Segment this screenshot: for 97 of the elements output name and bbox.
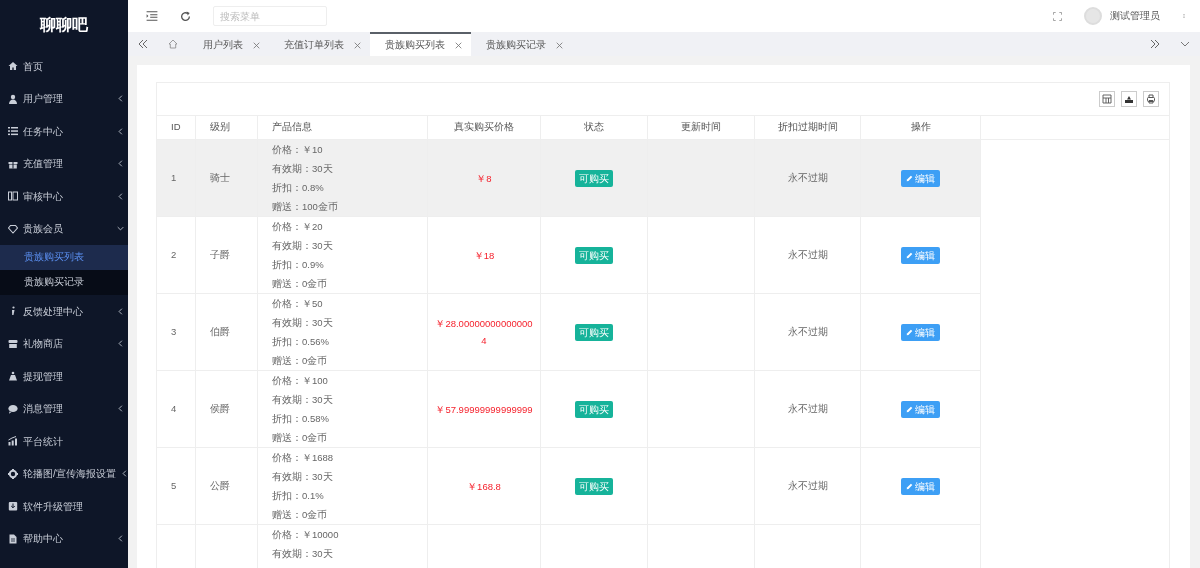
product-info-line: 价格：￥10000 — [272, 528, 339, 542]
status-tag: 可购买 — [575, 169, 613, 187]
chat-icon — [8, 403, 18, 414]
export-button[interactable] — [1121, 91, 1137, 107]
user-name[interactable]: 测试管理员 — [1110, 8, 1160, 24]
refresh-icon — [180, 10, 191, 22]
product-info-line: 价格：￥10 — [272, 143, 324, 157]
pencil-icon — [906, 328, 913, 336]
sidebar-subitem[interactable]: 贵族购买记录 — [0, 270, 128, 295]
sidebar-item[interactable]: 充值管理 — [0, 147, 128, 180]
product-info-line: 赠送：0金币 — [272, 431, 329, 445]
double-chevron-right-icon — [1150, 39, 1160, 49]
product-info-line: 有效期：30天 — [272, 547, 334, 561]
home-icon — [168, 39, 178, 49]
sidebar-item[interactable]: 消息管理 — [0, 392, 128, 425]
product-info-line: 折扣：0.9% — [272, 258, 325, 272]
sidebar-item[interactable]: 平台统计 — [0, 425, 128, 458]
double-chevron-left-icon — [138, 39, 148, 49]
product-info-line: 赠送：0金币 — [272, 354, 329, 368]
product-info-line: 有效期：30天 — [272, 162, 334, 176]
product-info-line: 有效期：30天 — [272, 470, 334, 484]
sidebar-item[interactable]: 贵族会员 — [0, 212, 128, 245]
sidebar-item[interactable]: 软件升级管理 — [0, 490, 128, 523]
tab[interactable]: 贵族购买记录 — [471, 32, 572, 56]
chevron-down-icon — [117, 225, 124, 233]
status-tag: 可购买 — [575, 400, 613, 418]
price-text: ￥8 — [475, 171, 493, 186]
columns-icon — [8, 191, 18, 202]
pencil-icon — [906, 405, 913, 413]
close-icon — [253, 41, 260, 49]
tab[interactable]: 贵族购买列表 — [370, 32, 471, 56]
product-info-line: 赠送：0金币 — [272, 508, 329, 522]
sidebar-item[interactable]: 反馈处理中心 — [0, 295, 128, 328]
sidebar-item[interactable]: 礼物商店 — [0, 327, 128, 360]
product-info-line: 赠送：100金币 — [272, 200, 338, 214]
columns-icon — [1102, 94, 1112, 104]
pencil-icon — [906, 174, 913, 182]
export-icon — [1124, 94, 1134, 104]
diamond-icon — [8, 223, 18, 234]
chevron-left-icon — [117, 535, 124, 543]
product-info-line: 价格：￥100 — [272, 374, 329, 388]
tab[interactable]: 充值订单列表 — [269, 32, 370, 56]
tab[interactable]: 用户列表 — [188, 32, 269, 56]
product-info-line: 有效期：30天 — [272, 393, 333, 407]
chevron-left-icon — [117, 95, 124, 103]
chevron-left-icon — [117, 160, 124, 168]
price-text: ￥57.99999999999999 — [434, 402, 534, 417]
price-text: ￥168.8 — [466, 479, 502, 494]
close-icon — [556, 41, 563, 49]
price-text: ￥18 — [472, 248, 496, 263]
chevron-left-icon — [117, 127, 124, 135]
chevron-down-icon — [1180, 39, 1190, 49]
pencil-icon — [906, 251, 913, 259]
download-icon — [8, 501, 18, 512]
product-info-line: 价格：￥50 — [272, 297, 324, 311]
sidebar-item[interactable]: 任务中心 — [0, 115, 128, 148]
product-info-line: 折扣：0.1% — [272, 489, 325, 503]
list-icon — [8, 126, 18, 137]
home-icon — [8, 61, 18, 72]
file-icon — [8, 533, 18, 544]
sidebar-item[interactable]: 审核中心 — [0, 180, 128, 213]
menu-icon — [146, 10, 158, 22]
price-text: ￥28.000000000000004 — [434, 317, 534, 348]
status-tag: 可购买 — [575, 323, 613, 341]
chart-icon — [8, 436, 18, 447]
product-info-line: 有效期：30天 — [272, 316, 333, 330]
sidebar-item[interactable]: 轮播图/宣传海报设置 — [0, 457, 128, 490]
gear-icon — [8, 468, 18, 479]
user-icon — [8, 93, 18, 104]
status-tag: 可购买 — [575, 477, 613, 495]
chevron-left-icon — [117, 307, 124, 315]
product-info-line: 折扣：0.58% — [272, 412, 330, 426]
product-info-line: 价格：￥1688 — [272, 451, 334, 465]
sidebar-item[interactable]: 用户管理 — [0, 82, 128, 115]
chevron-left-icon — [120, 470, 128, 478]
product-info-line: 折扣：0.56% — [272, 335, 330, 349]
sidebar-subitem[interactable]: 贵族购买列表 — [0, 245, 128, 270]
print-icon — [1146, 94, 1156, 104]
print-button[interactable] — [1143, 91, 1159, 107]
sidebar-item[interactable]: 提现管理 — [0, 360, 128, 393]
sidebar-item[interactable]: 首页 — [0, 50, 128, 83]
store-icon — [8, 338, 18, 349]
product-info-line: 赠送：0金币 — [272, 277, 329, 291]
product-info-line: 有效期：30天 — [272, 239, 333, 253]
fullscreen-icon — [1053, 11, 1062, 21]
status-tag: 可购买 — [575, 246, 613, 264]
pencil-icon — [906, 482, 913, 490]
chevron-left-icon — [117, 340, 124, 348]
close-icon — [455, 41, 462, 49]
product-info-line: 价格：￥20 — [272, 220, 324, 234]
chevron-left-icon — [117, 192, 124, 200]
close-icon — [354, 41, 361, 49]
sidebar-item[interactable]: 帮助中心 — [0, 522, 128, 555]
chevron-left-icon — [117, 405, 124, 413]
app-logo: 聊聊吧 — [38, 15, 89, 35]
columns-button[interactable] — [1099, 91, 1115, 107]
product-info-line: 折扣：0.8% — [272, 181, 325, 195]
